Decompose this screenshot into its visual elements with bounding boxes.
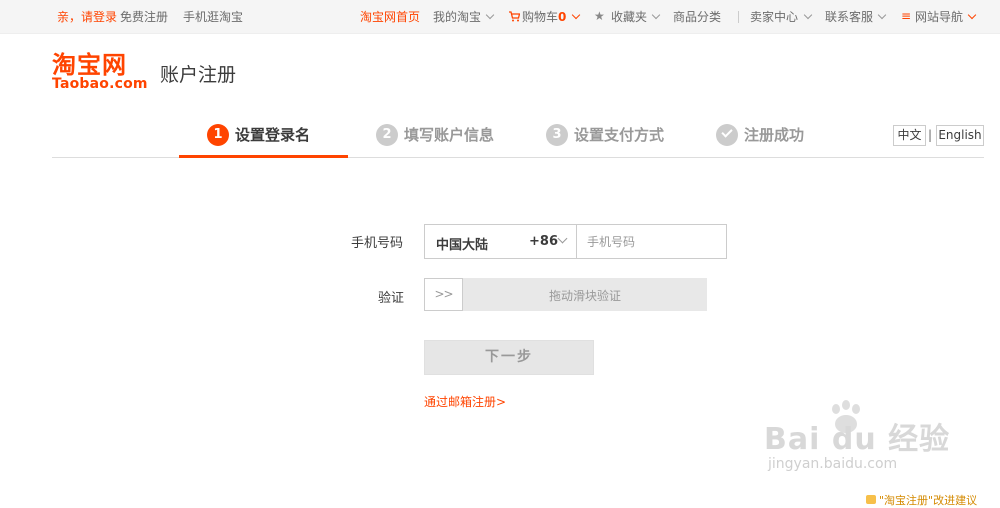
chevron-down-icon: [571, 10, 581, 20]
chevron-down-icon: [485, 10, 495, 20]
seller-center-menu[interactable]: 卖家中心: [750, 10, 798, 24]
categories-link[interactable]: 商品分类: [673, 10, 721, 24]
baidu-watermark-url: jingyan.baidu.com: [768, 456, 898, 472]
cart-link[interactable]: 购物车: [522, 10, 558, 24]
feedback-text: "淘宝注册"改进建议: [879, 494, 978, 507]
baidu-watermark: Bai du 经验: [764, 422, 951, 457]
cart-count: 0: [558, 10, 567, 24]
menu-icon: ≡: [901, 9, 912, 23]
phone-input[interactable]: [576, 224, 727, 259]
active-step-indicator: [179, 155, 348, 158]
page-title: 账户注册: [160, 64, 237, 86]
email-register-link[interactable]: 通过邮箱注册>: [424, 393, 506, 410]
lang-chinese-button[interactable]: 中文: [893, 125, 926, 146]
step-number: 3: [546, 124, 568, 146]
country-name: 中国大陆: [436, 238, 489, 253]
step-label: 填写账户信息: [404, 126, 495, 144]
free-register-link[interactable]: 免费注册: [120, 10, 168, 24]
phone-label: 手机号码: [351, 236, 404, 251]
login-link[interactable]: 亲，请登录: [57, 10, 117, 24]
step-label: 设置登录名: [235, 126, 311, 144]
next-step-button[interactable]: 下一步: [424, 340, 594, 375]
lang-english-button[interactable]: English: [936, 125, 984, 146]
star-icon: ★: [594, 9, 605, 23]
step-label: 设置支付方式: [574, 126, 665, 144]
taobao-home-link[interactable]: 淘宝网首页: [360, 10, 420, 24]
top-nav-bar: 亲，请登录 免费注册 手机逛淘宝 淘宝网首页 我的淘宝 购物车 0 ★ 收藏夹 …: [0, 0, 1000, 34]
mobile-taobao-link[interactable]: 手机逛淘宝: [183, 10, 243, 24]
slider-hint: 拖动滑块验证: [548, 289, 621, 303]
site-nav-menu[interactable]: 网站导航: [915, 10, 963, 24]
feedback-link[interactable]: "淘宝注册"改进建议: [866, 492, 977, 508]
slider-verify-track[interactable]: 拖动滑块验证: [424, 278, 707, 311]
feedback-icon: [866, 495, 876, 504]
country-code: +86: [529, 234, 558, 249]
cart-icon: [509, 11, 520, 22]
favorites-menu[interactable]: 收藏夹: [611, 10, 647, 24]
contact-service-menu[interactable]: 联系客服: [825, 10, 873, 24]
taobao-logo[interactable]: 淘宝网: [52, 52, 127, 78]
step-number: 1: [207, 124, 229, 146]
verify-label: 验证: [378, 291, 405, 306]
lang-separator: |: [928, 128, 933, 142]
chevron-down-icon: [651, 10, 661, 20]
chevron-down-icon: [803, 10, 813, 20]
chevron-down-icon: [877, 10, 887, 20]
chevron-down-icon: [967, 10, 977, 20]
check-icon: [716, 124, 738, 146]
country-select[interactable]: 中国大陆 +86: [424, 224, 577, 259]
divider: [738, 11, 739, 23]
my-taobao-menu[interactable]: 我的淘宝: [433, 10, 481, 24]
slider-handle[interactable]: >>: [424, 278, 463, 311]
step-number: 2: [376, 124, 398, 146]
step-label: 注册成功: [744, 126, 805, 144]
chevron-down-icon: [557, 233, 568, 244]
taobao-logo-domain: Taobao.com: [52, 76, 148, 92]
